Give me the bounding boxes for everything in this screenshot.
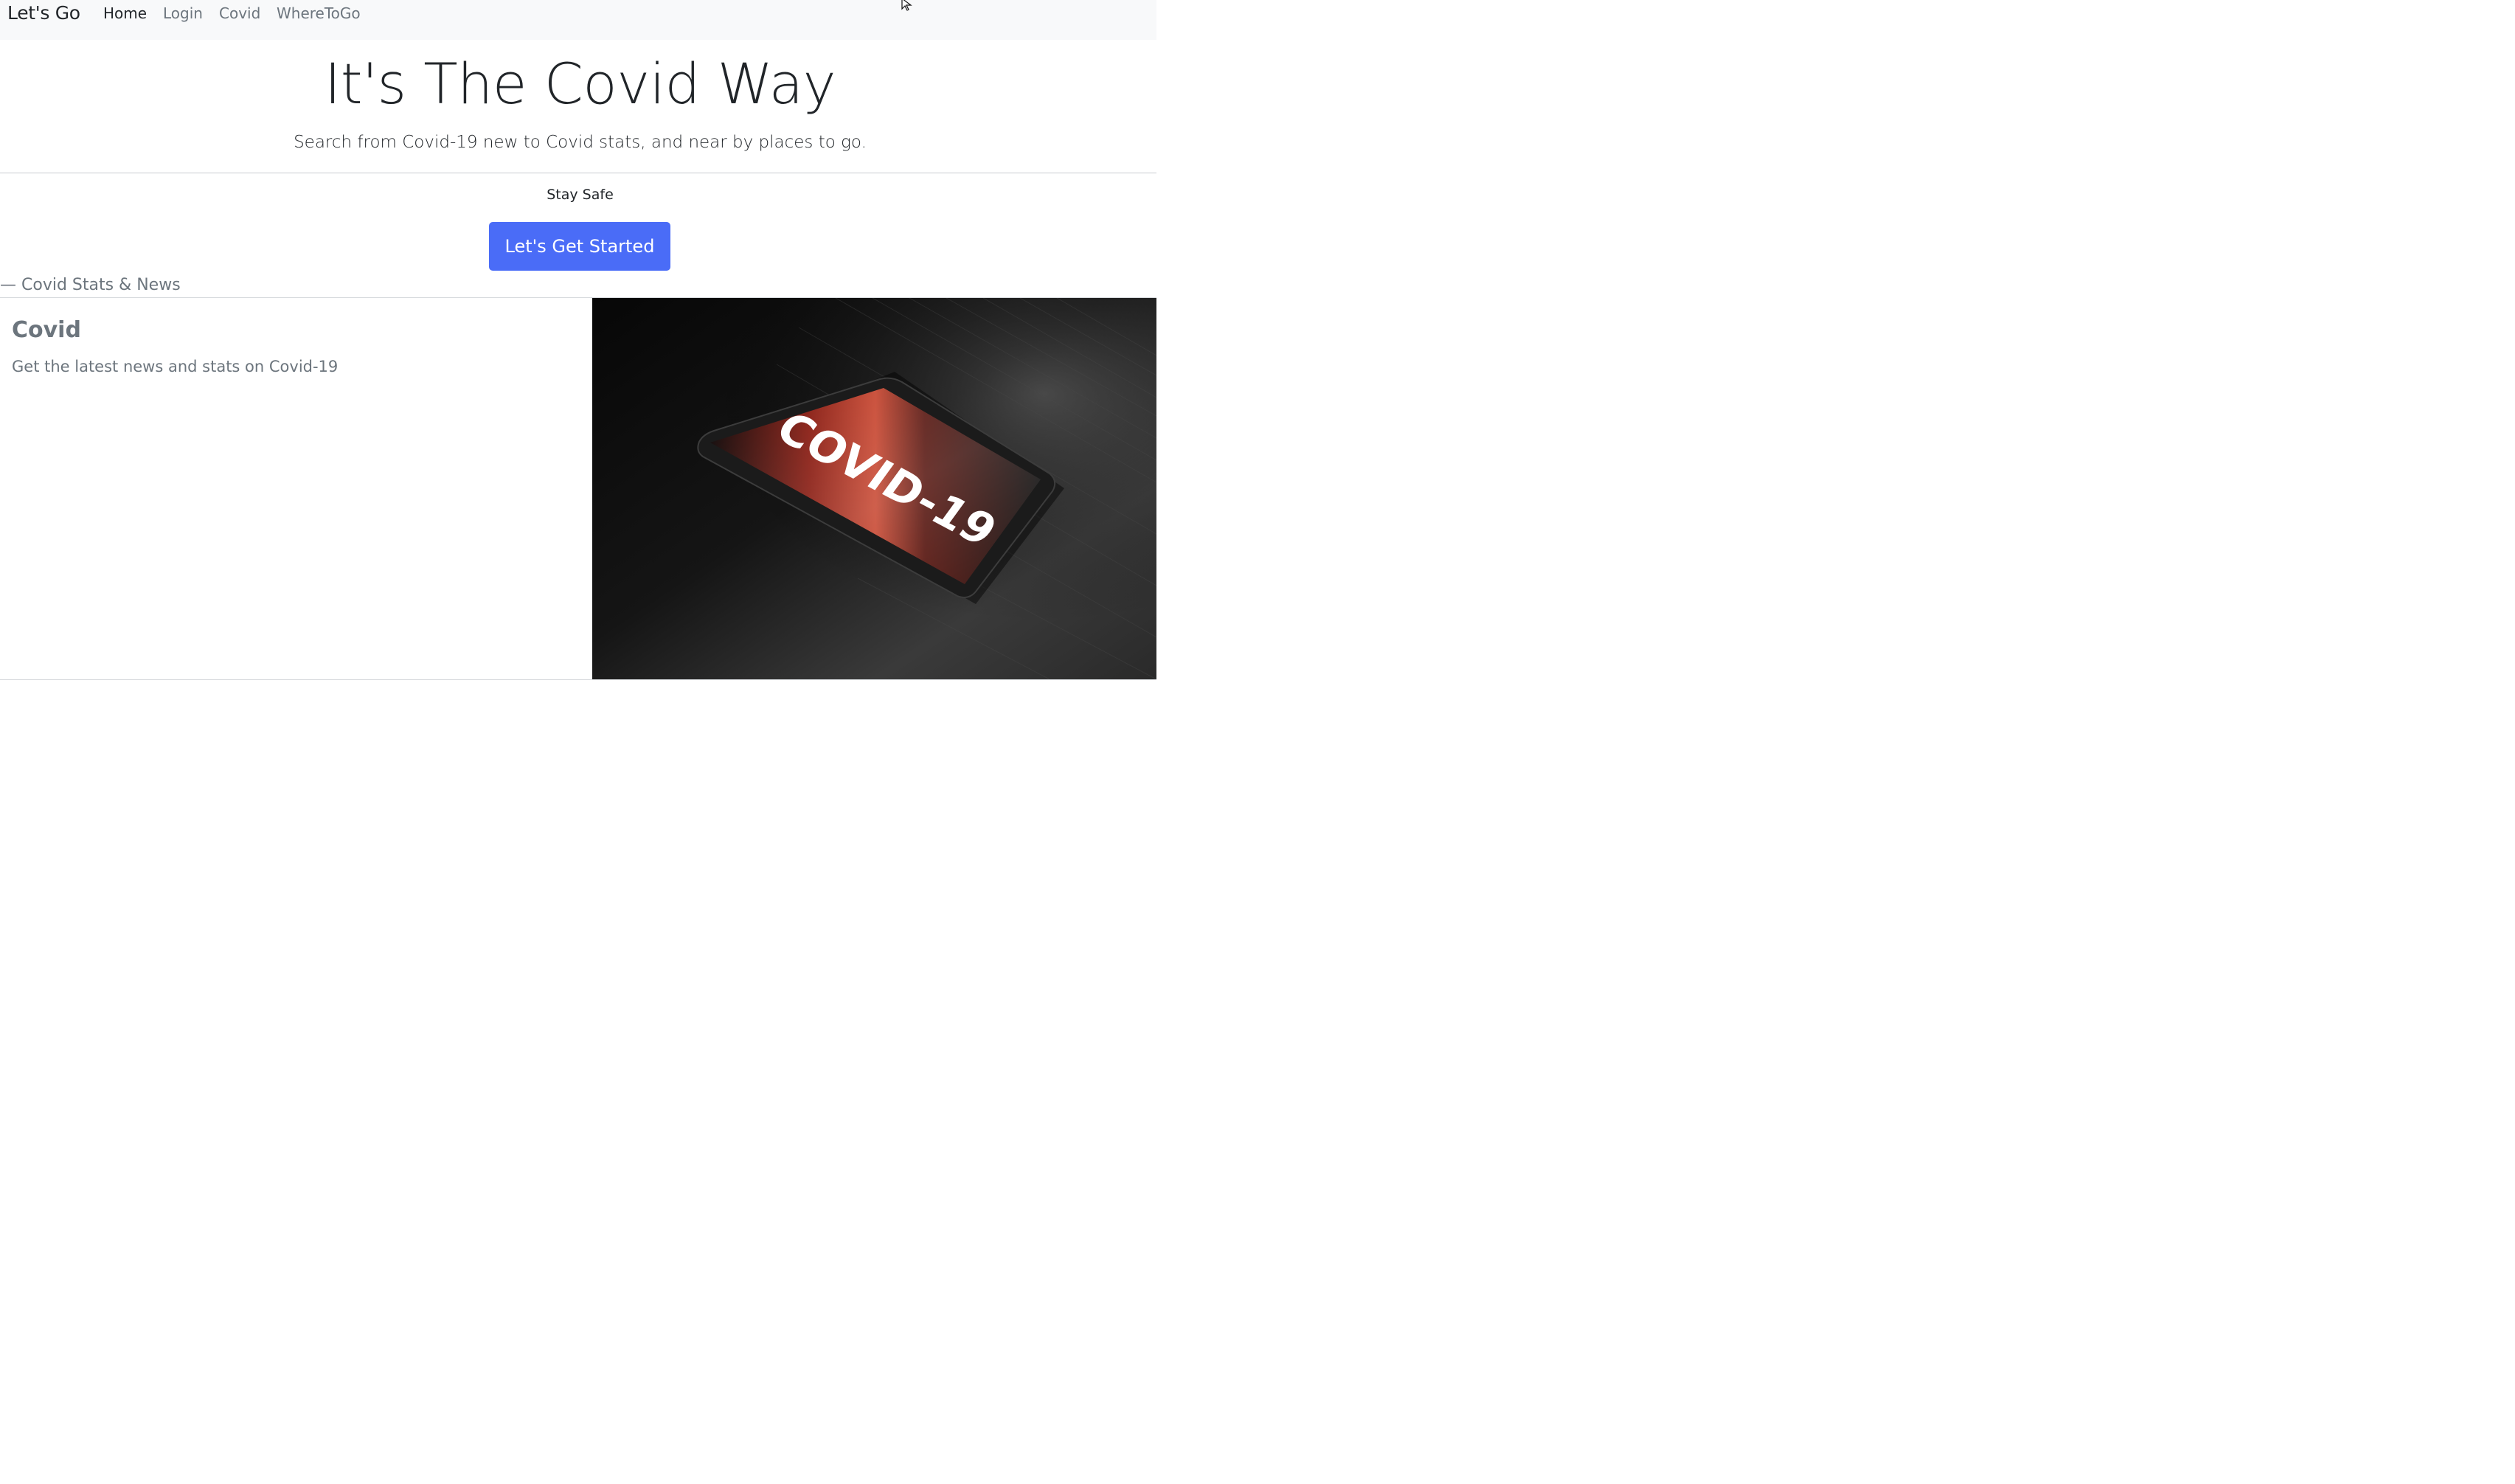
top-navbar: Let's Go Home Login Covid WhereToGo — [0, 0, 1156, 40]
nav-wheretogo[interactable]: WhereToGo — [277, 0, 361, 27]
brand-link[interactable]: Let's Go — [7, 0, 80, 27]
section-heading: — Covid Stats & News — [0, 276, 181, 294]
covid-phone-illustration: COVID-19 — [592, 298, 1156, 679]
hero-lead: Search from Covid-19 new to Covid stats,… — [294, 133, 867, 152]
hero-note: Stay Safe — [547, 187, 614, 203]
page-title: It's The Covid Way — [324, 51, 836, 117]
nav-login[interactable]: Login — [163, 0, 203, 27]
card-title: Covid — [12, 317, 81, 343]
nav-home[interactable]: Home — [103, 0, 147, 27]
get-started-button[interactable]: Let's Get Started — [489, 222, 670, 271]
card-text: Get the latest news and stats on Covid-1… — [12, 358, 339, 375]
mouse-cursor-icon — [901, 0, 912, 11]
nav-covid[interactable]: Covid — [219, 0, 260, 27]
covid-phone-image: COVID-19 — [592, 298, 1156, 679]
bottom-divider — [0, 679, 1156, 680]
